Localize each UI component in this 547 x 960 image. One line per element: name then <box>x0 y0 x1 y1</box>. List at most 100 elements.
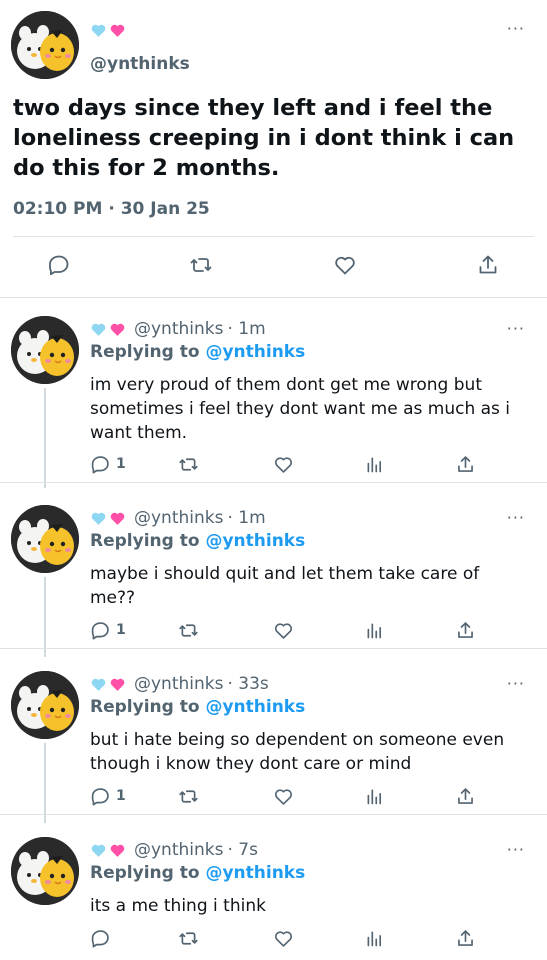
emoji-hearts <box>90 676 126 693</box>
share-button[interactable] <box>473 250 503 280</box>
tweet-timestamp[interactable]: 02:10 PM · 30 Jan 25 <box>13 199 210 219</box>
like-icon <box>274 456 293 473</box>
reply-tweet[interactable]: @ynthinks · 1m ··· Replying to @ynthinks… <box>0 304 547 488</box>
mention-link[interactable]: @ynthinks <box>205 531 305 551</box>
analytics-button[interactable] <box>364 452 385 476</box>
emoji-hearts <box>90 842 126 859</box>
reply-icon <box>49 255 69 276</box>
light-blue-heart-icon <box>91 678 106 691</box>
like-icon <box>274 788 293 805</box>
reply-button[interactable] <box>44 250 74 280</box>
reply-header: @ynthinks · 7s <box>90 840 258 860</box>
replying-to: Replying to @ynthinks <box>90 342 305 362</box>
more-options-icon[interactable]: ··· <box>507 510 525 526</box>
share-button[interactable] <box>455 452 476 476</box>
divider <box>0 297 547 298</box>
more-options-icon[interactable]: ··· <box>507 842 525 858</box>
retweet-button[interactable] <box>178 452 199 476</box>
avatar[interactable] <box>11 505 79 573</box>
retweet-button[interactable] <box>178 926 199 950</box>
reply-actions <box>0 926 547 952</box>
retweet-button[interactable] <box>178 618 199 642</box>
pink-heart-icon <box>110 512 125 525</box>
reply-button[interactable] <box>90 926 116 950</box>
avatar[interactable] <box>11 837 79 905</box>
divider <box>13 236 534 237</box>
reply-text: but i hate being so dependent on someone… <box>90 730 505 774</box>
like-button[interactable] <box>273 784 294 808</box>
more-options-icon[interactable]: ··· <box>507 321 525 337</box>
mention-link[interactable]: @ynthinks <box>205 342 305 362</box>
emoji-hearts <box>90 22 126 39</box>
plush-avatar-image <box>11 837 79 905</box>
retweet-button[interactable] <box>178 784 199 808</box>
retweet-icon <box>179 931 198 945</box>
share-icon <box>458 455 473 472</box>
like-button[interactable] <box>273 926 294 950</box>
reply-button[interactable]: 1 <box>90 452 126 476</box>
retweet-button[interactable] <box>186 250 216 280</box>
reply-icon <box>91 929 109 947</box>
mention-link[interactable]: @ynthinks <box>205 697 305 717</box>
reply-actions: 1 <box>0 452 547 478</box>
reply-tweet[interactable]: @ynthinks · 1m ··· Replying to @ynthinks… <box>0 493 547 657</box>
retweet-icon <box>179 457 198 471</box>
reply-tweet[interactable]: @ynthinks · 7s ··· Replying to @ynthinks… <box>0 825 547 960</box>
share-button[interactable] <box>455 618 476 642</box>
analytics-button[interactable] <box>364 784 385 808</box>
emoji-hearts <box>90 321 126 338</box>
share-button[interactable] <box>455 926 476 950</box>
analytics-icon <box>367 457 382 472</box>
share-icon <box>458 929 473 946</box>
like-button[interactable] <box>330 250 360 280</box>
retweet-icon <box>179 623 198 637</box>
emoji-hearts <box>90 510 126 527</box>
pink-heart-icon <box>110 678 125 691</box>
user-handle[interactable]: @ynthinks <box>134 319 223 339</box>
more-options-icon[interactable]: ··· <box>507 676 525 692</box>
main-tweet: @ynthinks ··· two days since they left a… <box>0 0 547 298</box>
reply-header: @ynthinks · 1m <box>90 319 266 339</box>
mention-link[interactable]: @ynthinks <box>205 863 305 883</box>
retweet-icon <box>179 789 198 803</box>
user-handle[interactable]: @ynthinks <box>134 840 223 860</box>
light-blue-heart-icon <box>91 512 106 525</box>
analytics-icon <box>367 931 382 946</box>
divider <box>0 814 547 815</box>
like-button[interactable] <box>273 618 294 642</box>
reply-icon <box>91 787 109 805</box>
replying-to: Replying to @ynthinks <box>90 697 305 717</box>
thread-line <box>44 577 46 657</box>
like-icon <box>274 930 293 947</box>
reply-count: 1 <box>116 788 126 804</box>
replying-to: Replying to @ynthinks <box>90 863 305 883</box>
reply-button[interactable]: 1 <box>90 618 126 642</box>
like-button[interactable] <box>273 452 294 476</box>
analytics-icon <box>367 623 382 638</box>
tweet-age: · 1m <box>227 319 266 339</box>
analytics-button[interactable] <box>364 926 385 950</box>
user-handle[interactable]: @ynthinks <box>90 54 190 74</box>
avatar[interactable] <box>11 11 79 79</box>
user-handle[interactable]: @ynthinks <box>134 674 223 694</box>
replying-label: Replying to <box>90 863 200 883</box>
divider <box>0 648 547 649</box>
more-options-icon[interactable]: ··· <box>507 21 525 37</box>
share-button[interactable] <box>455 784 476 808</box>
tweet-age: · 1m <box>227 508 266 528</box>
pink-heart-icon <box>110 24 125 37</box>
like-icon <box>274 622 293 639</box>
reply-text: maybe i should quit and let them take ca… <box>90 564 480 608</box>
pink-heart-icon <box>110 844 125 857</box>
avatar[interactable] <box>11 316 79 384</box>
user-handle[interactable]: @ynthinks <box>134 508 223 528</box>
share-icon <box>458 787 473 804</box>
reply-button[interactable]: 1 <box>90 784 126 808</box>
reply-tweet[interactable]: @ynthinks · 33s ··· Replying to @ynthink… <box>0 659 547 823</box>
share-icon <box>479 255 497 274</box>
analytics-button[interactable] <box>364 618 385 642</box>
avatar[interactable] <box>11 671 79 739</box>
tweet-actions <box>0 250 547 286</box>
reply-text: im very proud of them dont get me wrong … <box>90 375 511 443</box>
tweet-age: · 33s <box>227 674 269 694</box>
